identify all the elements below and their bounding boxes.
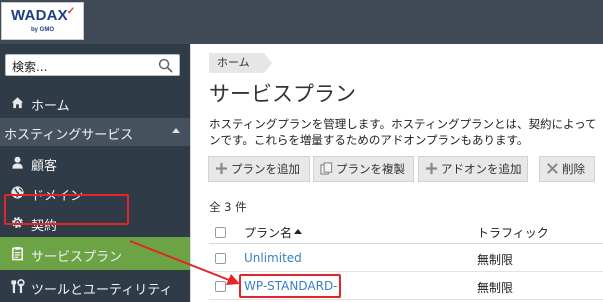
add-plan-button[interactable]: プランを追加 — [208, 156, 310, 182]
copy-icon — [320, 162, 333, 175]
column-header-plan-name[interactable]: プラン名 — [244, 224, 292, 241]
sidebar-item-label: ツールとユーティリティ — [31, 283, 173, 298]
table-header: プラン名 トラフィック — [209, 220, 603, 244]
caret-up-icon — [172, 128, 180, 133]
traffic-value: 無制限 — [477, 281, 514, 295]
button-label: プランを追加 — [231, 162, 300, 176]
page-description: ホスティングプランを管理します。ホスティングプランとは、契約によって ンです。こ… — [209, 116, 603, 148]
row-checkbox[interactable] — [215, 281, 226, 292]
close-icon — [547, 163, 558, 174]
page-title: サービスプラン — [209, 82, 356, 106]
description-line: ホスティングプランを管理します。ホスティングプランとは、契約によって — [209, 117, 597, 131]
logo-sub-text: by GMO — [31, 27, 55, 33]
highlight-box-service-plans — [4, 194, 129, 225]
traffic-value: 無制限 — [477, 253, 514, 267]
highlight-box-plan-link — [239, 274, 341, 298]
user-icon — [12, 156, 23, 169]
select-all-checkbox[interactable] — [215, 227, 226, 238]
sidebar-item-label: ホーム — [31, 99, 70, 114]
sidebar-item-tools[interactable]: ツールとユーティリティ — [0, 272, 190, 302]
breadcrumb[interactable]: ホーム — [209, 53, 272, 73]
button-label: プランを複製 — [336, 162, 405, 176]
delete-button[interactable]: 削除 — [539, 156, 595, 182]
sidebar-section-hosting[interactable]: ホスティングサービス — [0, 118, 190, 146]
column-header-traffic[interactable]: トラフィック — [477, 224, 549, 241]
button-label: 削除 — [562, 162, 585, 176]
plus-icon — [425, 162, 438, 175]
item-count: 全 3 件 — [209, 200, 247, 214]
tools-icon — [11, 279, 25, 294]
sidebar-item-label: 顧客 — [31, 159, 58, 174]
sidebar: 検索... ホーム ホスティングサービス 顧客 ドメイン 契約 サービスプラン … — [0, 44, 190, 302]
sidebar-search-field[interactable]: 検索... — [5, 54, 180, 76]
duplicate-plan-button[interactable]: プランを複製 — [313, 156, 414, 182]
search-icon[interactable] — [158, 58, 173, 73]
sidebar-item-customers[interactable]: 顧客 — [0, 148, 190, 178]
table-row: Unlimited 無制限 — [209, 245, 603, 272]
description-line: ンです。これらを増量するためのアドオンプランもあります。 — [209, 133, 529, 147]
sidebar-item-home[interactable]: ホーム — [0, 88, 190, 118]
home-icon — [11, 97, 24, 109]
clipboard-icon — [12, 246, 23, 261]
sidebar-item-service-plans[interactable]: サービスプラン — [0, 237, 190, 270]
sidebar-item-label: サービスプラン — [31, 250, 123, 265]
plus-icon — [215, 162, 228, 175]
wadax-logo[interactable]: WADAX✓ by GMO — [1, 2, 84, 40]
logo-text: WADAX✓ — [11, 6, 76, 24]
add-addon-button[interactable]: アドオンを追加 — [418, 156, 528, 182]
button-label: アドオンを追加 — [441, 162, 522, 176]
main-content: ホーム サービスプラン ホスティングプランを管理します。ホスティングプランとは、… — [190, 44, 603, 302]
row-checkbox[interactable] — [215, 253, 226, 264]
plan-name-link[interactable]: Unlimited — [244, 251, 302, 265]
search-input[interactable]: 検索... — [12, 58, 47, 75]
top-bar: WADAX✓ by GMO — [0, 0, 603, 44]
sort-ascending-icon[interactable] — [294, 229, 302, 234]
sidebar-section-label: ホスティングサービス — [4, 128, 134, 143]
